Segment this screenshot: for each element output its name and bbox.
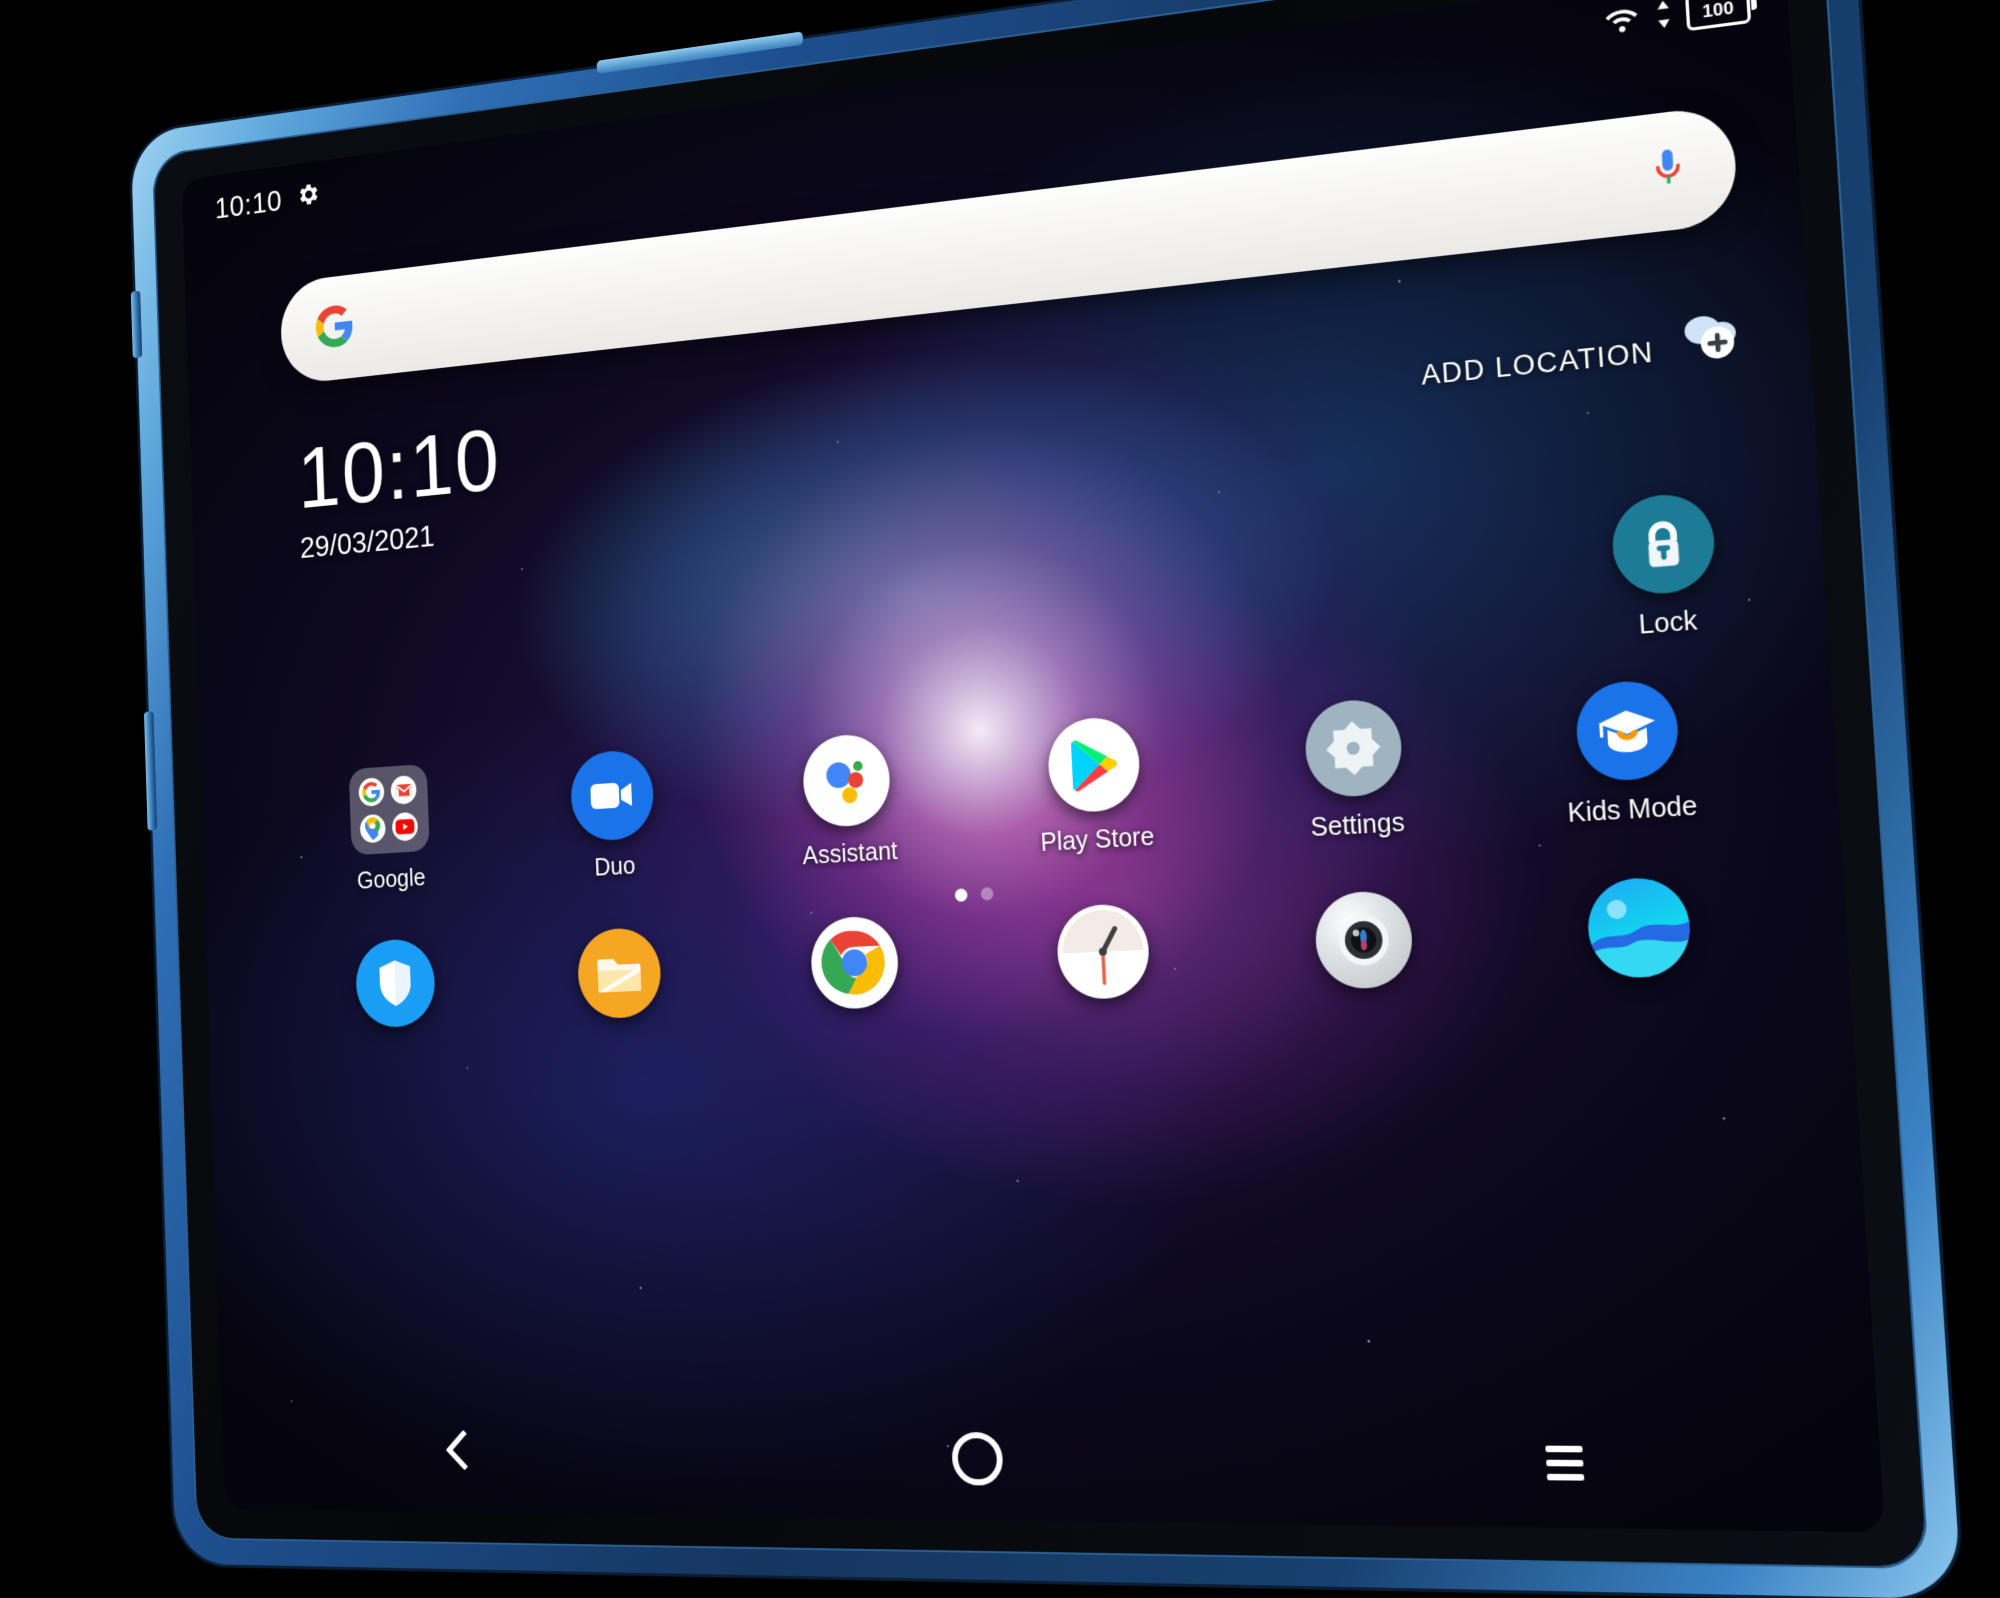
lock-shortcut-label: Lock — [1638, 605, 1699, 641]
app-duo[interactable]: Duo — [497, 743, 731, 887]
clock-widget[interactable]: 10:10 29/03/2021 — [296, 411, 504, 566]
app-chrome[interactable] — [734, 911, 980, 1027]
camera-icon[interactable] — [1313, 889, 1415, 991]
add-location-label: ADD LOCATION — [1420, 336, 1655, 391]
app-label: Duo — [593, 852, 636, 882]
weather-add-location[interactable]: ADD LOCATION — [1419, 306, 1743, 398]
app-google-folder[interactable]: Google — [280, 759, 503, 899]
status-bar-right: 100 — [1601, 0, 1752, 42]
circle-icon[interactable] — [950, 1432, 1004, 1486]
page-dot[interactable] — [980, 886, 994, 901]
lock-shortcut[interactable]: Lock — [1609, 490, 1720, 643]
chevron-left-icon[interactable] — [445, 1432, 469, 1479]
tablet-device: 10:10 100 10:10 29/03/2021 ADD LOCATION … — [130, 0, 1962, 1598]
app-gallery[interactable] — [1497, 871, 1787, 997]
tablet-perspective-wrap: 10:10 100 10:10 29/03/2021 ADD LOCATION … — [0, 0, 2000, 1598]
status-bar-clock: 10:10 — [214, 183, 283, 225]
google-icon — [358, 777, 385, 808]
data-transfer-icon — [1656, 0, 1672, 34]
battery-icon: 100 — [1685, 0, 1752, 32]
tablet-screen: 10:10 100 10:10 29/03/2021 ADD LOCATION … — [181, 0, 1886, 1533]
gear-icon[interactable] — [295, 179, 321, 214]
graduation-cap-icon[interactable] — [1574, 678, 1681, 783]
app-kids-mode[interactable]: Kids Mode — [1486, 672, 1776, 833]
chrome-icon[interactable] — [809, 914, 901, 1011]
hamburger-icon[interactable] — [1545, 1445, 1585, 1481]
navigation-bar — [221, 1397, 1885, 1533]
google-folder-icon[interactable] — [348, 763, 430, 856]
app-files[interactable] — [504, 923, 738, 1036]
app-label: Assistant — [801, 837, 899, 871]
app-row-2-dock — [285, 871, 1786, 1044]
settings-gear-icon[interactable] — [1303, 697, 1404, 799]
app-settings[interactable]: Settings — [1219, 691, 1494, 848]
app-label: Google — [356, 864, 427, 895]
wifi-icon — [1601, 2, 1642, 42]
cloud-plus-icon[interactable] — [1671, 306, 1743, 373]
gmail-icon — [390, 775, 418, 805]
app-security[interactable] — [285, 934, 507, 1044]
gallery-icon[interactable] — [1585, 875, 1693, 980]
app-assistant[interactable]: Assistant — [726, 727, 973, 875]
app-label: Kids Mode — [1566, 791, 1699, 829]
battery-level-label: 100 — [1701, 0, 1735, 22]
maps-icon — [359, 813, 386, 844]
app-camera[interactable] — [1229, 885, 1503, 1008]
google-g-icon — [315, 302, 355, 353]
assistant-icon[interactable] — [801, 732, 892, 829]
youtube-icon — [391, 811, 419, 842]
padlock-icon[interactable] — [1609, 490, 1718, 598]
clock-widget-time: 10:10 — [296, 411, 503, 527]
page-dot-active[interactable] — [954, 888, 968, 902]
security-shield-icon[interactable] — [354, 937, 436, 1029]
duo-icon[interactable] — [569, 748, 655, 843]
screenshot-root: 10:10 100 10:10 29/03/2021 ADD LOCATION … — [0, 0, 2000, 1598]
app-label: Settings — [1309, 807, 1406, 843]
status-bar-left: 10:10 — [214, 178, 320, 226]
power-button[interactable] — [130, 290, 143, 359]
files-folder-icon[interactable] — [576, 926, 663, 1020]
